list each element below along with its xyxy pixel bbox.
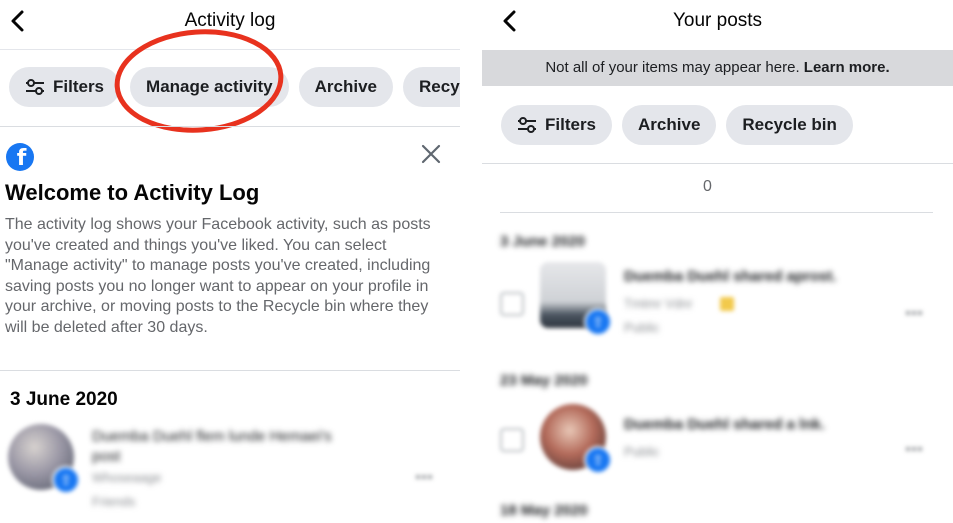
date-heading: 3 June 2020 (10, 389, 118, 410)
divider (0, 126, 460, 127)
filter-chips: Filters Archive Recycle bin (501, 105, 953, 145)
emoji-icon (720, 297, 734, 311)
your-posts-screen: Your posts Not all of your items may app… (482, 0, 953, 523)
page-title: Activity log (184, 10, 276, 31)
more-options-icon[interactable] (906, 302, 928, 315)
filters-chip-label: Filters (545, 115, 597, 134)
more-options-icon[interactable] (906, 438, 928, 451)
entry-title: Duemba Duehl flem lunde Hemaei's (92, 428, 332, 445)
filters-chip[interactable]: Filters (9, 67, 121, 107)
learn-more-link[interactable]: Learn more. (804, 59, 890, 76)
manage-activity-chip[interactable]: Manage activity (130, 67, 289, 107)
selected-count: 0 (703, 178, 712, 195)
post-subtitle: Tmtmr Vdnr (624, 296, 693, 311)
recycle-bin-chip[interactable]: Recycle bin (726, 105, 853, 145)
entry-title-cont: post (92, 448, 121, 465)
share-badge-icon: ⇧ (52, 466, 80, 494)
date-label: 18 May 2020 (500, 502, 588, 519)
post-title: Duemba Duehl shared a lnk. (624, 416, 825, 433)
select-checkbox[interactable] (500, 292, 524, 316)
header-bar: Activity log (0, 0, 460, 50)
archive-chip[interactable]: Archive (298, 67, 394, 107)
close-icon[interactable] (418, 141, 444, 167)
entry-subtitle: Whoseaage (92, 470, 162, 485)
welcome-title: Welcome to Activity Log (5, 180, 260, 205)
filter-chips: Filters Manage activity Archive Recycle … (9, 67, 460, 107)
more-options-icon[interactable] (416, 466, 438, 479)
archive-chip[interactable]: Archive (622, 105, 717, 145)
divider (482, 163, 953, 164)
date-label: 3 June 2020 (500, 233, 586, 250)
filters-chip[interactable]: Filters (501, 105, 613, 145)
divider (0, 370, 460, 371)
page-title: Your posts (672, 10, 763, 31)
facebook-logo-icon: f (6, 143, 34, 171)
divider (500, 212, 933, 213)
post-title: Duemba Duehl shared aprost. (624, 268, 837, 285)
share-badge-icon: ⇧ (584, 308, 612, 336)
notice-banner: Not all of your items may appear here. L… (482, 50, 953, 86)
welcome-description: The activity log shows your Facebook act… (5, 216, 431, 336)
sliders-icon (26, 79, 44, 95)
notice-text: Not all of your items may appear here. (545, 59, 800, 76)
date-label: 23 May 2020 (500, 372, 588, 389)
select-checkbox[interactable] (500, 428, 524, 452)
filters-chip-label: Filters (53, 77, 105, 96)
post-privacy: Public (624, 444, 660, 459)
activity-log-screen: Activity log Filters Manage activity Arc… (0, 0, 460, 523)
entry-privacy: Friends (92, 494, 136, 509)
post-privacy: Public (624, 320, 660, 335)
share-badge-icon: ⇧ (584, 446, 612, 474)
recycle-bin-chip[interactable]: Recycle bin (403, 67, 460, 107)
header-bar: Your posts (482, 0, 953, 50)
sliders-icon (518, 117, 536, 133)
